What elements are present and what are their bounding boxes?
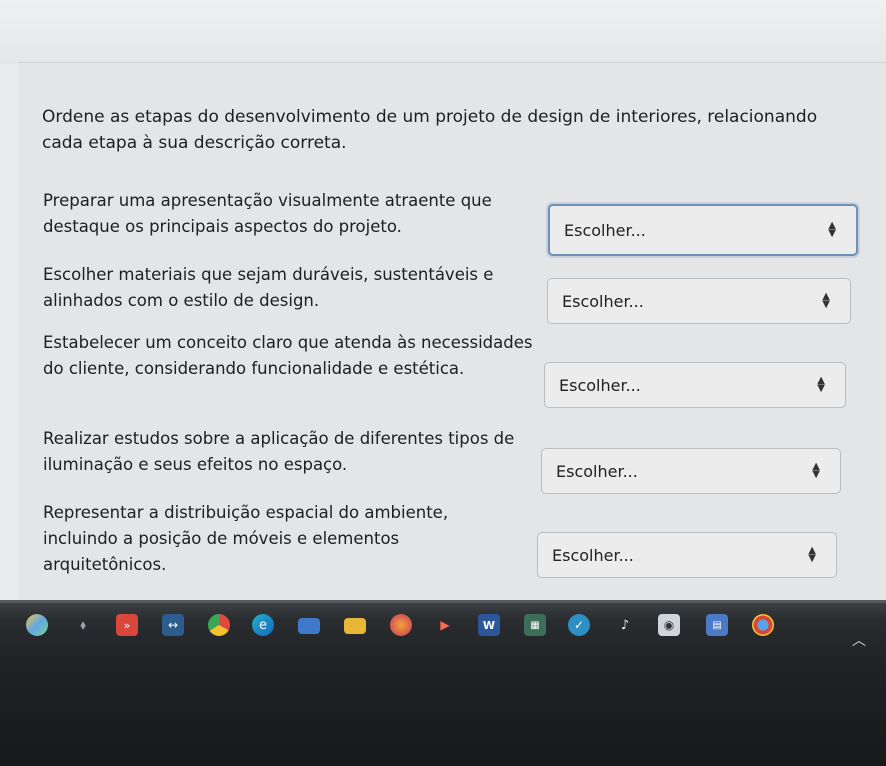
match-description-1: Preparar uma apresentação visualmente at… — [43, 191, 492, 236]
file-explorer-icon[interactable] — [344, 618, 366, 634]
word-icon[interactable]: W — [478, 614, 500, 636]
select-arrows-icon: ▲ ▼ — [812, 461, 820, 480]
media-icon[interactable]: » — [116, 614, 138, 636]
camera-icon[interactable]: ◉ — [658, 614, 680, 636]
select-arrows-icon: ▲ ▼ — [828, 220, 836, 239]
lens-icon[interactable]: ↔ — [162, 614, 184, 636]
taskbar-divider — [0, 600, 886, 603]
browser-top-area — [0, 0, 886, 64]
match-description-3: Estabelecer um conceito claro que atenda… — [43, 333, 533, 378]
select-value: Escolher... — [556, 461, 638, 481]
select-value: Escolher... — [562, 291, 644, 311]
calculator-icon[interactable]: ▤ — [706, 614, 728, 636]
tray-chevron-icon[interactable]: ︿ — [852, 630, 866, 650]
match-description-4: Realizar estudos sobre a aplicação de di… — [43, 429, 515, 474]
music-icon[interactable]: ♪ — [614, 614, 636, 636]
video-icon[interactable]: ▶ — [434, 614, 456, 636]
select-value: Escolher... — [552, 545, 634, 565]
settings-icon[interactable]: ✓ — [568, 614, 590, 636]
match-select-1[interactable]: Escolher... ▲ ▼ — [548, 204, 858, 256]
question-text: Ordene as etapas do desenvolvimento de u… — [42, 107, 818, 153]
match-select-4[interactable]: Escolher... ▲ ▼ — [541, 448, 841, 494]
pin-icon[interactable]: ⬧ — [72, 614, 94, 636]
select-arrows-icon: ▲ ▼ — [822, 291, 830, 310]
select-arrows-icon: ▲ ▼ — [808, 545, 816, 564]
calendar-icon[interactable]: ▦ — [524, 614, 546, 636]
select-value: Escolher... — [564, 220, 646, 240]
match-description-2: Escolher materiais que sejam duráveis, s… — [43, 265, 494, 310]
firefox-icon[interactable] — [390, 614, 412, 636]
chrome-profile-icon[interactable] — [752, 614, 774, 636]
select-arrows-icon: ▲ ▼ — [817, 375, 825, 394]
chrome-icon[interactable] — [208, 614, 230, 636]
match-select-2[interactable]: Escolher... ▲ ▼ — [547, 278, 851, 324]
edge-icon[interactable]: e — [252, 614, 274, 636]
folder-icon[interactable] — [298, 618, 320, 634]
select-value: Escolher... — [559, 375, 641, 395]
match-select-3[interactable]: Escolher... ▲ ▼ — [544, 362, 846, 408]
match-description-5: Representar a distribuição espacial do a… — [43, 503, 449, 574]
match-select-5[interactable]: Escolher... ▲ ▼ — [537, 532, 837, 578]
copilot-icon[interactable] — [26, 614, 48, 636]
